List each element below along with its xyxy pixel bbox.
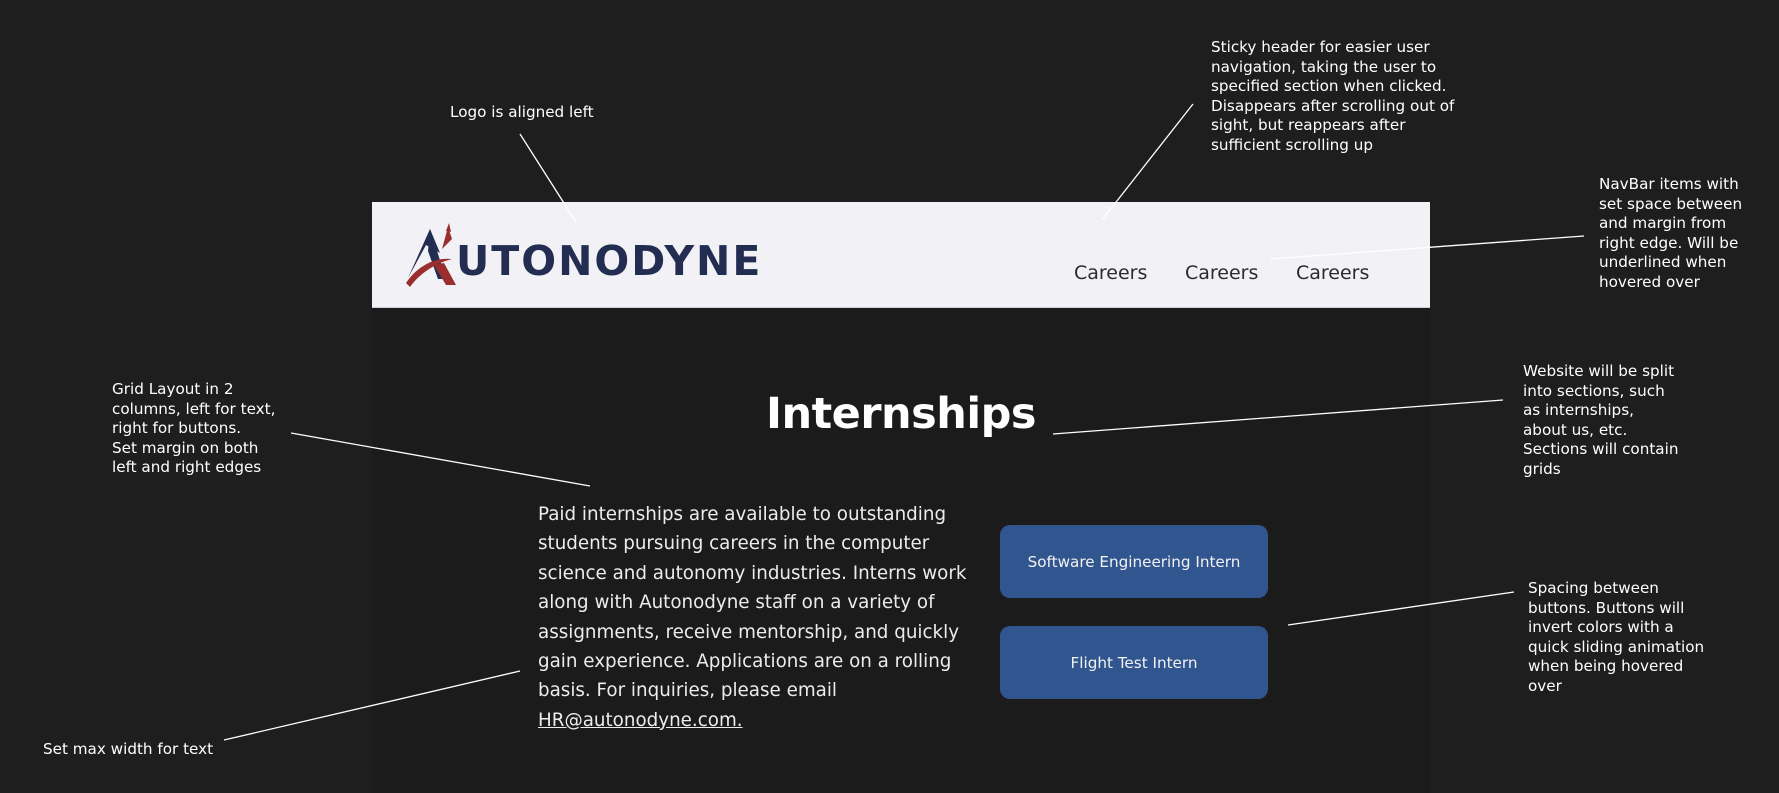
email-link[interactable]: HR@autonodyne.com. bbox=[538, 710, 743, 731]
annotation-grid-layout: Grid Layout in 2 columns, left for text,… bbox=[112, 380, 276, 477]
logo-wordmark: UTONODYNE bbox=[456, 237, 763, 285]
annotation-button-spacing: Spacing between buttons. Buttons will in… bbox=[1528, 579, 1705, 695]
nav-item-careers[interactable]: Careers bbox=[1296, 262, 1369, 284]
nav-item-careers[interactable]: Careers bbox=[1074, 262, 1147, 284]
logo[interactable]: UTONODYNE bbox=[406, 223, 760, 293]
section-title: Internships bbox=[766, 389, 1036, 439]
annotation-sections: Website will be split into sections, suc… bbox=[1523, 362, 1679, 478]
annotation-navbar-items: NavBar items with set space between and … bbox=[1599, 175, 1743, 291]
annotation-max-width: Set max width for text bbox=[43, 740, 214, 758]
software-engineering-intern-button[interactable]: Software Engineering Intern bbox=[1000, 525, 1268, 598]
annotation-sticky-header: Sticky header for easier user navigation… bbox=[1211, 38, 1455, 154]
intro-paragraph: Paid internships are available to outsta… bbox=[538, 500, 968, 735]
sticky-header: UTONODYNE Careers Careers Careers bbox=[372, 202, 1430, 308]
nav-item-careers[interactable]: Careers bbox=[1185, 262, 1258, 284]
annotation-logo-aligned: Logo is aligned left bbox=[450, 103, 594, 121]
flight-test-intern-button[interactable]: Flight Test Intern bbox=[1000, 626, 1268, 699]
website-mockup: UTONODYNE Careers Careers Careers Intern… bbox=[372, 202, 1430, 793]
intro-body: Paid internships are available to outsta… bbox=[538, 504, 967, 702]
